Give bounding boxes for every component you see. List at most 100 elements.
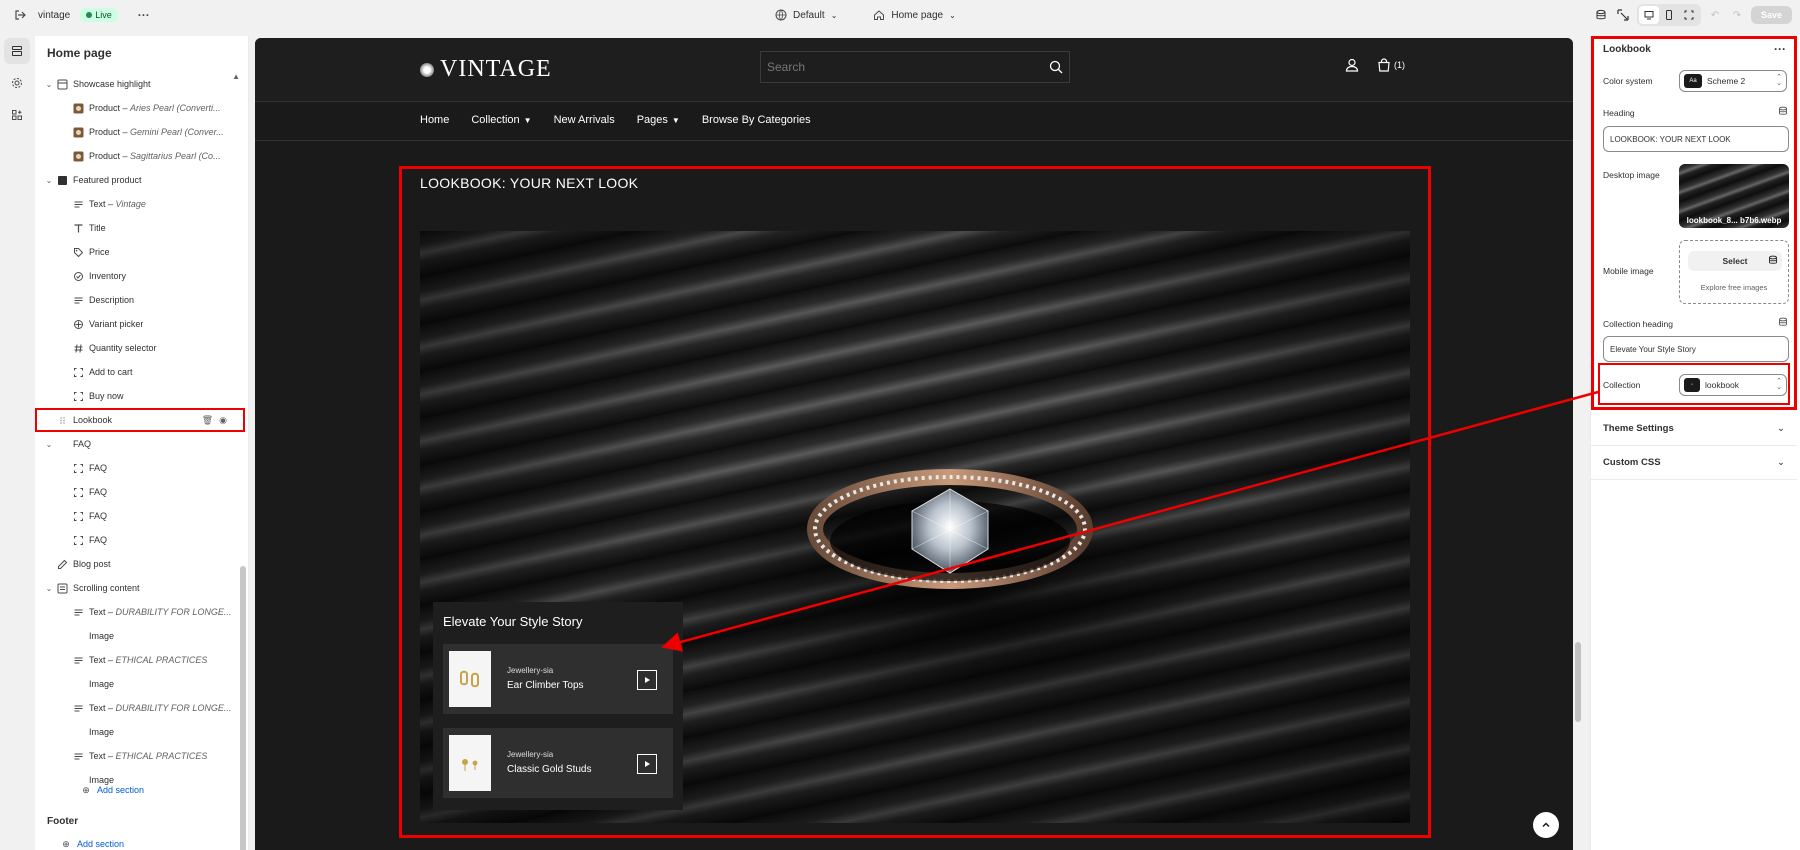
product-thumb	[71, 149, 85, 163]
select-arrows-icon: ⌃ ⌄	[1776, 378, 1782, 391]
sidebar-block-item[interactable]: FAQ	[35, 504, 248, 528]
sidebar-block-item[interactable]: Image	[35, 720, 248, 744]
store-search-input[interactable]: Search	[760, 51, 1070, 83]
sidebar-block-item[interactable]: Description	[35, 288, 248, 312]
nav-item[interactable]: Home	[420, 114, 449, 126]
dynamic-source-icon[interactable]	[1778, 317, 1788, 330]
fullscreen-view-icon[interactable]	[1679, 6, 1699, 24]
preview-scrollbar-thumb[interactable]	[1575, 642, 1581, 722]
sidebar-item-label: FAQ	[73, 439, 92, 449]
sidebar-title: Home page	[47, 46, 112, 60]
nav-item[interactable]: Collection ▼	[471, 114, 531, 126]
top-bar: vintage Live ··· Default ⌄ Home page ⌄ ↶…	[0, 0, 1800, 30]
add-section-button[interactable]: ⊕ Add section	[59, 778, 144, 802]
sidebar-block-item[interactable]: Text – ETHICAL PRACTICES	[35, 648, 248, 672]
page-selector[interactable]: Home page ⌄	[873, 9, 956, 21]
chevron-down-icon[interactable]: ⌄	[43, 584, 55, 593]
heading-input[interactable]: LOOKBOOK: YOUR NEXT LOOK	[1603, 126, 1789, 152]
collection-product-item[interactable]: Jewellery-sia Classic Gold Studs	[443, 728, 673, 798]
sidebar-block-item[interactable]: Variant picker	[35, 312, 248, 336]
sidebar-block-item[interactable]: Inventory	[35, 264, 248, 288]
collection-product-item[interactable]: Jewellery-sia Ear Climber Tops	[443, 644, 673, 714]
nav-item[interactable]: New Arrivals	[554, 114, 615, 126]
save-button[interactable]: Save	[1750, 6, 1792, 24]
bracket-icon	[71, 509, 85, 523]
search-icon[interactable]	[1049, 60, 1063, 74]
chevron-down-icon[interactable]: ⌄	[43, 80, 55, 89]
scroll-to-top-button[interactable]	[1533, 812, 1559, 838]
sidebar-section-item[interactable]: ⌄ Showcase highlight	[35, 72, 248, 96]
sidebar-block-item[interactable]: Image	[35, 672, 248, 696]
inspector-icon[interactable]	[1615, 7, 1631, 23]
sidebar-item-label: Variant picker	[89, 319, 144, 329]
desktop-image-filename: lookbook_8... b7b6.webp	[1686, 216, 1782, 225]
sidebar-item-lookbook[interactable]: Lookbook 🗑 ◉	[35, 408, 245, 432]
sidebar-item-label: Quantity selector	[89, 343, 157, 353]
collection-card: Elevate Your Style Story Jewellery-sia E…	[433, 602, 683, 810]
sections-icon[interactable]	[4, 38, 30, 64]
nav-item[interactable]: Pages ▼	[637, 114, 680, 126]
sidebar-block-item[interactable]: Buy now	[35, 384, 248, 408]
custom-css-accordion[interactable]: Custom CSS ⌄	[1591, 446, 1797, 480]
settings-gear-icon[interactable]	[4, 70, 30, 96]
play-icon[interactable]	[637, 670, 657, 690]
sidebar-section-item[interactable]: ⌄ FAQ	[35, 432, 248, 456]
store-logo[interactable]: VINTAGE	[420, 56, 552, 83]
sidebar-section-item[interactable]: ⌄ Scrolling content	[35, 576, 248, 600]
more-options-icon[interactable]: ···	[1774, 42, 1786, 56]
sidebar-block-item[interactable]: Product – Aries Pearl (Converti...	[35, 96, 248, 120]
theme-settings-accordion[interactable]: Theme Settings ⌄	[1591, 412, 1797, 446]
sidebar-section-item[interactable]: Blog post	[35, 552, 248, 576]
more-options-icon[interactable]: ···	[136, 7, 152, 23]
preview-scrollbar[interactable]	[1575, 36, 1583, 850]
sidebar-scrollbar-thumb[interactable]	[240, 566, 246, 850]
sidebar-block-item[interactable]: Text – DURABILITY FOR LONGE...	[35, 600, 248, 624]
undo-icon[interactable]: ↶	[1707, 7, 1723, 23]
database-icon[interactable]	[1593, 7, 1609, 23]
account-icon[interactable]	[1345, 58, 1359, 75]
sidebar-block-item[interactable]: Price	[35, 240, 248, 264]
sidebar-block-item[interactable]: Quantity selector	[35, 336, 248, 360]
store-nav: Home Collection ▼ New Arrivals Pages ▼ Browse …	[420, 114, 811, 126]
footer-add-section-button[interactable]: ⊕ Add section	[59, 832, 124, 850]
sidebar-block-item[interactable]: Add to cart	[35, 360, 248, 384]
mobile-view-icon[interactable]	[1659, 6, 1679, 24]
dynamic-source-icon[interactable]	[1778, 106, 1788, 119]
hash-icon	[71, 341, 85, 355]
theme-selector[interactable]: Default ⌄	[775, 9, 837, 21]
cart-button[interactable]: (1)	[1377, 58, 1405, 72]
trash-icon[interactable]: 🗑	[202, 415, 213, 426]
sidebar-item-label: Showcase highlight	[73, 79, 151, 89]
apps-icon[interactable]	[4, 102, 30, 128]
diamond-ring-image	[807, 469, 1093, 589]
sidebar-block-item[interactable]: FAQ	[35, 528, 248, 552]
collection-heading-input[interactable]: Elevate Your Style Story	[1603, 336, 1789, 362]
collection-select[interactable]: ◦ lookbook ⌃ ⌄	[1679, 374, 1787, 396]
sidebar-block-item[interactable]: Image	[35, 624, 248, 648]
color-scheme-select[interactable]: Aa Scheme 2 ⌃ ⌄	[1679, 70, 1787, 92]
caret-down-icon: ▼	[671, 115, 680, 125]
sidebar-block-item[interactable]: Text – Vintage	[35, 192, 248, 216]
sidebar-item-label: FAQ	[89, 463, 108, 473]
sidebar-section-item[interactable]: ⌄ Featured product	[35, 168, 248, 192]
sidebar-block-item[interactable]: Product – Sagittarius Pearl (Co...	[35, 144, 248, 168]
chevron-down-icon[interactable]: ⌄	[43, 176, 55, 185]
sidebar-block-item[interactable]: Text – ETHICAL PRACTICES	[35, 744, 248, 768]
sidebar-scrollbar[interactable]	[240, 106, 246, 850]
sidebar-block-item[interactable]: Text – DURABILITY FOR LONGE...	[35, 696, 248, 720]
desktop-view-icon[interactable]	[1638, 6, 1659, 24]
eye-icon[interactable]: ◉	[219, 415, 227, 426]
sidebar-block-item[interactable]: Title	[35, 216, 248, 240]
play-icon[interactable]	[637, 754, 657, 774]
select-image-button[interactable]: Select	[1688, 251, 1782, 271]
sidebar-block-item[interactable]: FAQ	[35, 456, 248, 480]
sidebar-block-item[interactable]: Product – Gemini Pearl (Conver...	[35, 120, 248, 144]
explore-free-images-link[interactable]: Explore free images	[1680, 283, 1788, 292]
nav-item[interactable]: Browse By Categories	[702, 114, 811, 126]
redo-icon[interactable]: ↷	[1729, 7, 1745, 23]
sidebar-block-item[interactable]: FAQ	[35, 480, 248, 504]
chevron-down-icon[interactable]: ⌄	[43, 440, 55, 449]
desktop-image-picker[interactable]: lookbook_8... b7b6.webp	[1679, 164, 1789, 228]
exit-icon[interactable]	[12, 7, 28, 23]
database-icon[interactable]	[1768, 255, 1778, 267]
